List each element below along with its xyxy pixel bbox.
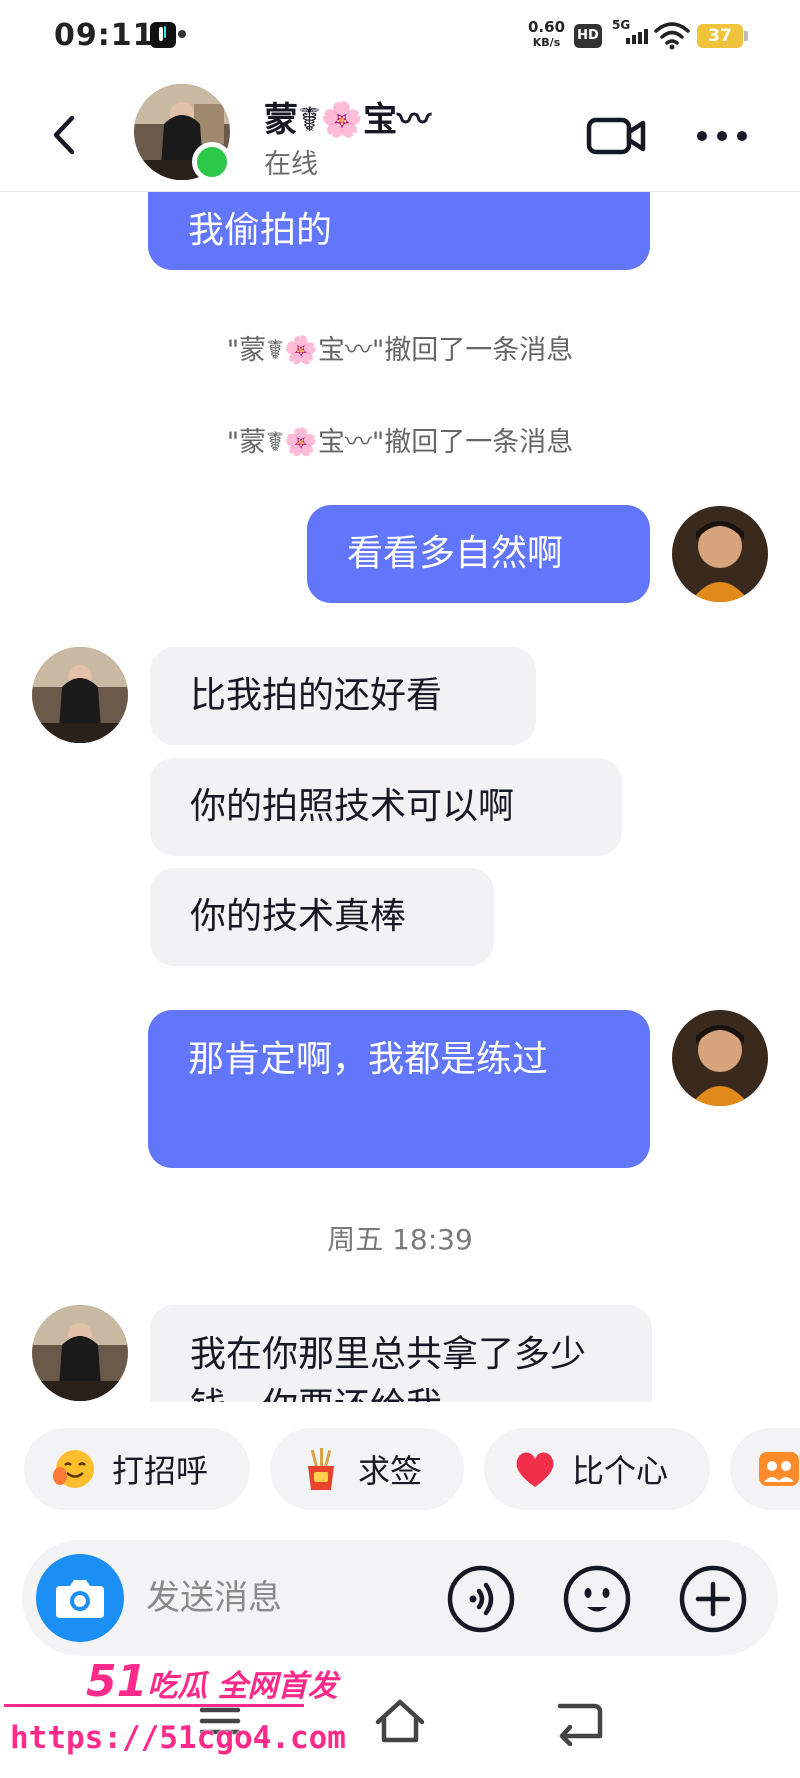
hd-badge: HD <box>574 24 602 48</box>
online-status-dot <box>192 142 232 182</box>
message-bubble-sent[interactable]: 看看多自然啊 <box>307 505 650 603</box>
signal-icon: 5G <box>612 18 648 48</box>
home-icon[interactable] <box>370 1696 430 1746</box>
fortune-sticks-icon <box>308 1448 334 1490</box>
message-bubble-received[interactable]: 我在你那里总共拿了多少钱，你要还给我 <box>150 1305 652 1402</box>
wifi-icon <box>654 22 690 50</box>
recall-notice: "蒙☤🌸宝〰"撤回了一条消息 <box>226 335 574 366</box>
quick-reply-greet[interactable]: 打招呼 <box>24 1428 250 1510</box>
watermark-divider <box>4 1704 304 1707</box>
smile-hand-icon <box>53 1450 94 1488</box>
quick-reply-bar: 打招呼 求签 比个心 <box>0 1402 800 1512</box>
message-bubble-received[interactable]: 你的技术真棒 <box>150 868 494 966</box>
watermark-url: https://51cgo4.com <box>10 1720 346 1756</box>
group-icon <box>759 1452 799 1486</box>
site-watermark: 51吃瓜 全网首发 https://51cgo4.com <box>0 1656 346 1774</box>
heart-icon <box>516 1452 554 1487</box>
message-bubble-sent[interactable]: 我偷拍的 <box>148 192 650 270</box>
contact-name[interactable]: 蒙☤🌸宝〰 <box>264 92 431 141</box>
message-input[interactable] <box>146 1570 446 1626</box>
back-arrow-icon[interactable] <box>44 110 84 160</box>
quick-reply-more[interactable] <box>730 1428 800 1510</box>
chat-header: 蒙☤🌸宝〰 在线 <box>0 76 800 192</box>
message-input-bar <box>22 1540 778 1656</box>
message-bubble-sent[interactable]: 那肯定啊，我都是练过 <box>148 1010 650 1168</box>
notification-dot-icon <box>178 30 186 38</box>
battery-icon: 37 <box>697 24 748 48</box>
my-avatar[interactable] <box>672 506 768 602</box>
quick-reply-fortune[interactable]: 求签 <box>270 1428 464 1510</box>
status-bar: 09:11 0.60 KB/s HD 5G 37 <box>0 0 800 76</box>
emoji-icon[interactable] <box>562 1564 632 1634</box>
plus-icon[interactable] <box>678 1564 748 1634</box>
contact-avatar-small[interactable] <box>32 647 128 743</box>
message-bubble-received[interactable]: 比我拍的还好看 <box>150 647 536 745</box>
network-speed: 0.60 KB/s <box>528 18 566 50</box>
contact-online-status: 在线 <box>264 149 318 180</box>
quick-reply-heart[interactable]: 比个心 <box>484 1428 710 1510</box>
recall-notice: "蒙☤🌸宝〰"撤回了一条消息 <box>226 427 574 458</box>
back-nav-icon[interactable] <box>550 1696 610 1746</box>
watermark-title: 51吃瓜 全网首发 <box>86 1656 338 1707</box>
message-bubble-received[interactable]: 你的拍照技术可以啊 <box>150 758 622 856</box>
tiktok-notification-icon <box>150 22 176 48</box>
message-list[interactable]: 我偷拍的 "蒙☤🌸宝〰"撤回了一条消息 "蒙☤🌸宝〰"撤回了一条消息 看看多自然… <box>0 192 800 1402</box>
my-avatar[interactable] <box>672 1010 768 1106</box>
camera-icon <box>56 1580 104 1618</box>
contact-avatar-small[interactable] <box>32 1305 128 1401</box>
video-call-icon[interactable] <box>585 112 649 160</box>
message-timestamp: 周五 18:39 <box>327 1223 473 1256</box>
voice-message-icon[interactable] <box>446 1564 516 1634</box>
status-time: 09:11 <box>54 18 155 53</box>
camera-button[interactable] <box>36 1554 124 1642</box>
more-options-icon[interactable] <box>690 112 754 160</box>
